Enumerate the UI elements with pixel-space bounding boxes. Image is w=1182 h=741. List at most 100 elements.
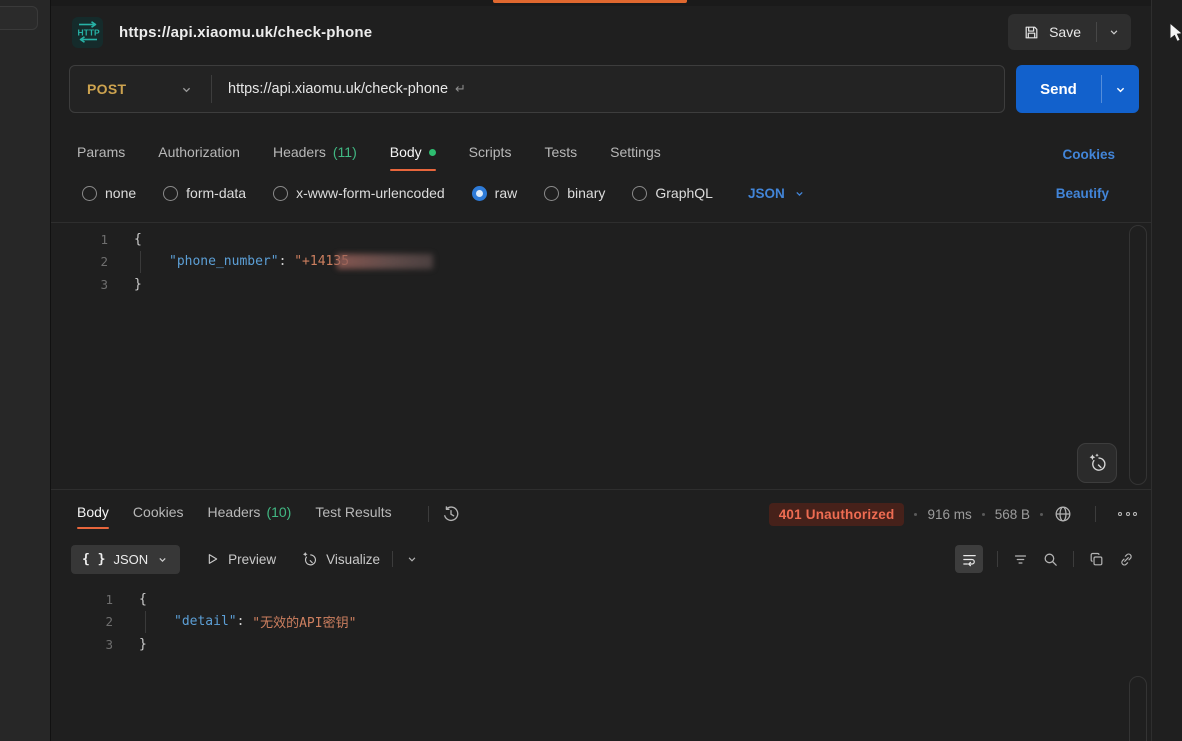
tab-tests[interactable]: Tests [544,137,577,171]
tab-headers[interactable]: Headers(11) [273,137,357,171]
indent-guide [134,251,169,274]
tab-body[interactable]: Body [390,137,436,171]
copy-button[interactable] [1088,551,1105,568]
visualize-button[interactable]: Visualize [300,550,380,568]
status-badge: 401 Unauthorized [769,503,905,526]
tab-authorization[interactable]: Authorization [158,137,240,171]
indent-guide [139,611,174,634]
code-text: } [134,277,142,292]
chevron-down-icon [1107,25,1121,39]
divider [428,506,429,522]
postbot-icon [1086,452,1108,474]
divider [1073,551,1074,567]
response-size: 568 B [995,507,1030,522]
chevron-down-icon [793,187,806,200]
wrap-text-button[interactable] [955,545,983,573]
radio-icon [163,186,178,201]
line-number: 1 [51,232,108,247]
sidebar-collapsed-tab[interactable] [0,6,38,30]
save-label: Save [1049,24,1081,40]
tab-settings[interactable]: Settings [610,137,661,171]
send-label: Send [1016,65,1101,113]
response-tab-test-results[interactable]: Test Results [315,495,391,533]
send-options-button[interactable] [1102,65,1139,113]
line-number: 1 [51,592,113,607]
clock-history-icon [441,504,461,524]
tab-params[interactable]: Params [77,137,125,171]
filter-button[interactable] [1012,551,1029,568]
body-type-binary[interactable]: binary [544,185,605,201]
cookies-link[interactable]: Cookies [1062,147,1115,162]
body-type-graphql[interactable]: GraphQL [632,185,713,201]
save-options-button[interactable] [1097,25,1131,39]
scrollbar-track[interactable] [1129,676,1147,741]
code-line: 1 { [51,228,1151,251]
format-selector[interactable]: JSON [748,186,806,201]
radio-icon [82,186,97,201]
search-icon [1042,551,1059,568]
chevron-down-icon [405,552,419,566]
body-type-urlencoded[interactable]: x-www-form-urlencoded [273,185,445,201]
radio-icon [273,186,288,201]
copy-icon [1088,551,1105,568]
method-selector[interactable]: POST [70,81,211,97]
code-text: } [139,637,147,652]
postbot-button[interactable] [1077,443,1117,483]
braces-icon: { } [82,552,105,567]
save-button[interactable]: Save [1008,14,1131,50]
request-body-editor[interactable]: 1 { 2 "phone_number": "+14135 3 } [51,222,1151,489]
response-format-selector[interactable]: { } JSON [71,545,180,574]
body-type-form-data[interactable]: form-data [163,185,246,201]
beautify-link[interactable]: Beautify [1056,186,1109,201]
left-sidebar-rail [0,0,51,741]
response-toolbar: { } JSON Preview Visualize [51,538,1151,580]
preview-button[interactable]: Preview [204,551,276,567]
search-button[interactable] [1042,551,1059,568]
line-number: 3 [51,637,113,652]
chevron-down-icon [156,553,169,566]
globe-icon [1053,504,1073,524]
radio-selected-icon [472,186,487,201]
chevron-down-icon [1113,82,1128,97]
divider [997,551,998,567]
code-line: 2 "phone_number": "+14135 [51,251,1151,274]
method-label: POST [87,81,126,97]
chevron-down-icon [179,82,194,97]
code-text: "detail": "无效的API密钥" [139,611,356,634]
response-time: 916 ms [927,507,971,522]
active-tab-indicator [493,0,687,3]
request-tabs: Params Authorization Headers(11) Body Sc… [51,137,1151,171]
redacted-value-blur [337,254,433,269]
response-history-button[interactable] [441,504,461,524]
code-line: 2 "detail": "无效的API密钥" [51,611,1151,634]
code-text: { [134,232,142,247]
link-button[interactable] [1118,551,1135,568]
view-options-button[interactable] [405,552,419,566]
body-type-row: none form-data x-www-form-urlencoded raw… [51,177,1151,209]
code-text: { [139,592,147,607]
url-input[interactable]: https://api.xiaomu.uk/check-phone ↵ [212,81,1004,97]
more-options-button[interactable] [1118,512,1137,516]
dot-separator [982,513,985,516]
main-panel: HTTP https://api.xiaomu.uk/check-phone [51,0,1151,741]
tab-bar-edge [51,0,1151,6]
url-input-container: POST https://api.xiaomu.uk/check-phone ↵ [69,65,1005,113]
body-modified-dot [429,149,436,156]
code-text: "phone_number": "+14135 [134,251,433,274]
tab-scripts[interactable]: Scripts [469,137,512,171]
body-type-raw[interactable]: raw [472,185,518,201]
url-row: POST https://api.xiaomu.uk/check-phone ↵… [51,58,1151,121]
response-tab-body[interactable]: Body [77,495,109,533]
app-window: HTTP https://api.xiaomu.uk/check-phone [0,0,1182,741]
radio-icon [544,186,559,201]
send-button[interactable]: Send [1016,65,1139,113]
network-info-button[interactable] [1053,504,1073,524]
code-line: 3 } [51,633,1151,656]
cursor-arrow-icon [1169,22,1182,44]
http-badge-text: HTTP [77,28,100,38]
response-body-editor[interactable]: 1 { 2 "detail": "无效的API密钥" 3 } [51,580,1151,741]
scrollbar-track[interactable] [1129,225,1147,485]
body-type-none[interactable]: none [82,185,136,201]
response-tab-cookies[interactable]: Cookies [133,495,184,533]
response-tab-headers[interactable]: Headers(10) [208,495,292,533]
